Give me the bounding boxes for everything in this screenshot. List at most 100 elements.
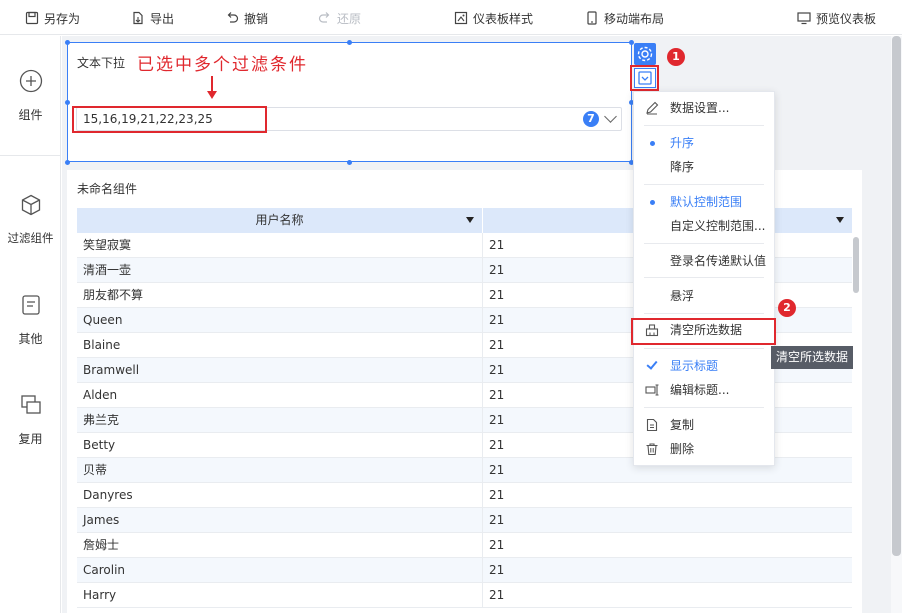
table-row[interactable]: Danyres 21 — [77, 483, 852, 508]
mobile-layout-label: 移动端布局 — [604, 11, 665, 26]
menu-divider — [644, 184, 764, 185]
annotation-text: 已选中多个过滤条件 — [137, 55, 308, 75]
monitor-icon — [797, 12, 811, 25]
table-row[interactable]: Harry 21 — [77, 583, 852, 608]
menu-label: 数据设置... — [670, 101, 730, 115]
top-toolbar: 另存为 导出 撤销 还原 仪表板样式 移动端布局 预览仪表板 — [0, 0, 902, 35]
cell-username: 弗兰克 — [77, 408, 483, 432]
edit-title-icon — [645, 384, 659, 396]
annotation-arrow — [211, 76, 213, 92]
tooltip: 清空所选数据 — [771, 346, 854, 369]
cell-username: James — [77, 508, 483, 532]
menu-item-delete[interactable]: 删除 — [634, 438, 774, 460]
annotation-highlight-box — [631, 318, 776, 345]
sidebar-item-other[interactable]: 其他 — [0, 293, 61, 347]
annotation-highlight-box — [630, 65, 659, 91]
menu-label: 登录名传递默认值 — [670, 254, 767, 268]
add-circle-icon — [19, 69, 42, 93]
undo-icon — [227, 12, 239, 23]
menu-item-data-settings[interactable]: 数据设置... — [634, 97, 774, 119]
save-as-button[interactable]: 另存为 — [25, 9, 80, 27]
sidebar-label-filter: 过滤组件 — [7, 231, 54, 245]
save-as-label: 另存为 — [44, 11, 81, 26]
style-icon — [454, 11, 468, 25]
table-row[interactable]: 詹姆士 21 — [77, 533, 852, 558]
cube-icon — [21, 194, 40, 216]
save-icon — [25, 11, 39, 25]
preview-dashboard-button[interactable]: 预览仪表板 — [797, 9, 876, 27]
resize-handle[interactable] — [347, 40, 352, 45]
sidebar-item-reuse[interactable]: 复用 — [0, 393, 61, 447]
menu-label: 删除 — [670, 442, 695, 456]
menu-label: 自定义控制范围... — [670, 219, 766, 233]
export-icon — [133, 11, 143, 25]
menu-divider — [644, 277, 764, 278]
menu-item-copy[interactable]: 复制 — [634, 414, 774, 436]
menu-item-custom-control-range[interactable]: 自定义控制范围... — [634, 215, 774, 237]
menu-item-show-title[interactable]: 显示标题 — [634, 355, 774, 377]
mobile-layout-button[interactable]: 移动端布局 — [585, 9, 664, 27]
menu-item-login-name-default[interactable]: 登录名传递默认值 — [634, 250, 774, 272]
table-scrollbar-thumb[interactable] — [853, 237, 859, 293]
cell-username: Queen — [77, 308, 483, 332]
cell-value: 21 — [489, 513, 505, 527]
resize-handle[interactable] — [65, 40, 70, 45]
chevron-down-icon[interactable] — [604, 110, 617, 123]
widget-settings-button[interactable] — [634, 43, 656, 65]
canvas-scrollbar-thumb[interactable] — [892, 36, 901, 556]
dashboard-style-button[interactable]: 仪表板样式 — [454, 9, 533, 27]
cell-username: 笑望寂寞 — [77, 233, 483, 257]
export-button[interactable]: 导出 — [131, 9, 174, 27]
menu-item-default-control-range[interactable]: 默认控制范围 — [634, 191, 774, 213]
resize-handle[interactable] — [347, 160, 352, 165]
selected-dot-icon — [650, 200, 655, 205]
cell-username: Betty — [77, 433, 483, 457]
cell-value: 21 — [489, 538, 505, 552]
sidebar-label-components: 组件 — [18, 108, 43, 122]
undo-button[interactable]: 撤销 — [225, 9, 268, 27]
cell-username: Blaine — [77, 333, 483, 357]
sort-dropdown-icon[interactable] — [466, 217, 474, 223]
undo-label: 撤销 — [244, 11, 269, 26]
menu-label: 复制 — [670, 418, 695, 432]
menu-label: 编辑标题... — [670, 383, 730, 397]
selected-count-badge: 7 — [583, 111, 599, 127]
sidebar-item-filter-components[interactable]: 过滤组件 — [0, 193, 61, 246]
table-row[interactable]: James 21 — [77, 508, 852, 533]
cell-username: Danyres — [77, 483, 483, 507]
copy-icon — [646, 418, 658, 432]
left-sidebar: 组件 过滤组件 其他 复用 — [0, 36, 61, 613]
cell-username: Harry — [77, 583, 483, 607]
cell-value: 21 — [489, 488, 505, 502]
dashboard-style-label: 仪表板样式 — [473, 11, 534, 26]
column-header-label: 用户名称 — [255, 213, 304, 227]
menu-divider — [644, 125, 764, 126]
sidebar-divider — [0, 155, 61, 156]
menu-label: 显示标题 — [670, 359, 719, 373]
table-title: 未命名组件 — [77, 182, 138, 196]
redo-icon — [318, 12, 330, 23]
redo-button[interactable]: 还原 — [318, 9, 361, 27]
sort-dropdown-icon[interactable] — [836, 217, 844, 223]
table-row[interactable]: Carolin 21 — [77, 558, 852, 583]
column-header-username[interactable]: 用户名称 — [77, 208, 483, 233]
annotation-highlight-box — [72, 106, 267, 133]
cell-username: 贝蒂 — [77, 458, 483, 482]
menu-item-ascending[interactable]: 升序 — [634, 132, 774, 154]
check-icon — [646, 358, 658, 370]
resize-handle[interactable] — [65, 100, 70, 105]
menu-item-descending[interactable]: 降序 — [634, 156, 774, 178]
menu-item-float[interactable]: 悬浮 — [634, 285, 774, 307]
menu-label: 降序 — [670, 160, 695, 174]
widget-context-menu: 数据设置... 升序 降序 默认控制范围 自定义控制范围... 登录名传递默认值… — [633, 91, 775, 466]
sidebar-item-components[interactable]: 组件 — [0, 69, 61, 123]
widget-title: 文本下拉 — [77, 56, 126, 70]
stacked-windows-icon — [20, 395, 41, 414]
menu-divider — [644, 407, 764, 408]
resize-handle[interactable] — [65, 160, 70, 165]
cell-username: 清酒一壶 — [77, 258, 483, 282]
menu-item-edit-title[interactable]: 编辑标题... — [634, 379, 774, 401]
callout-badge-2: 2 — [778, 299, 796, 317]
export-label: 导出 — [150, 11, 175, 26]
cell-username: 朋友都不算 — [77, 283, 483, 307]
